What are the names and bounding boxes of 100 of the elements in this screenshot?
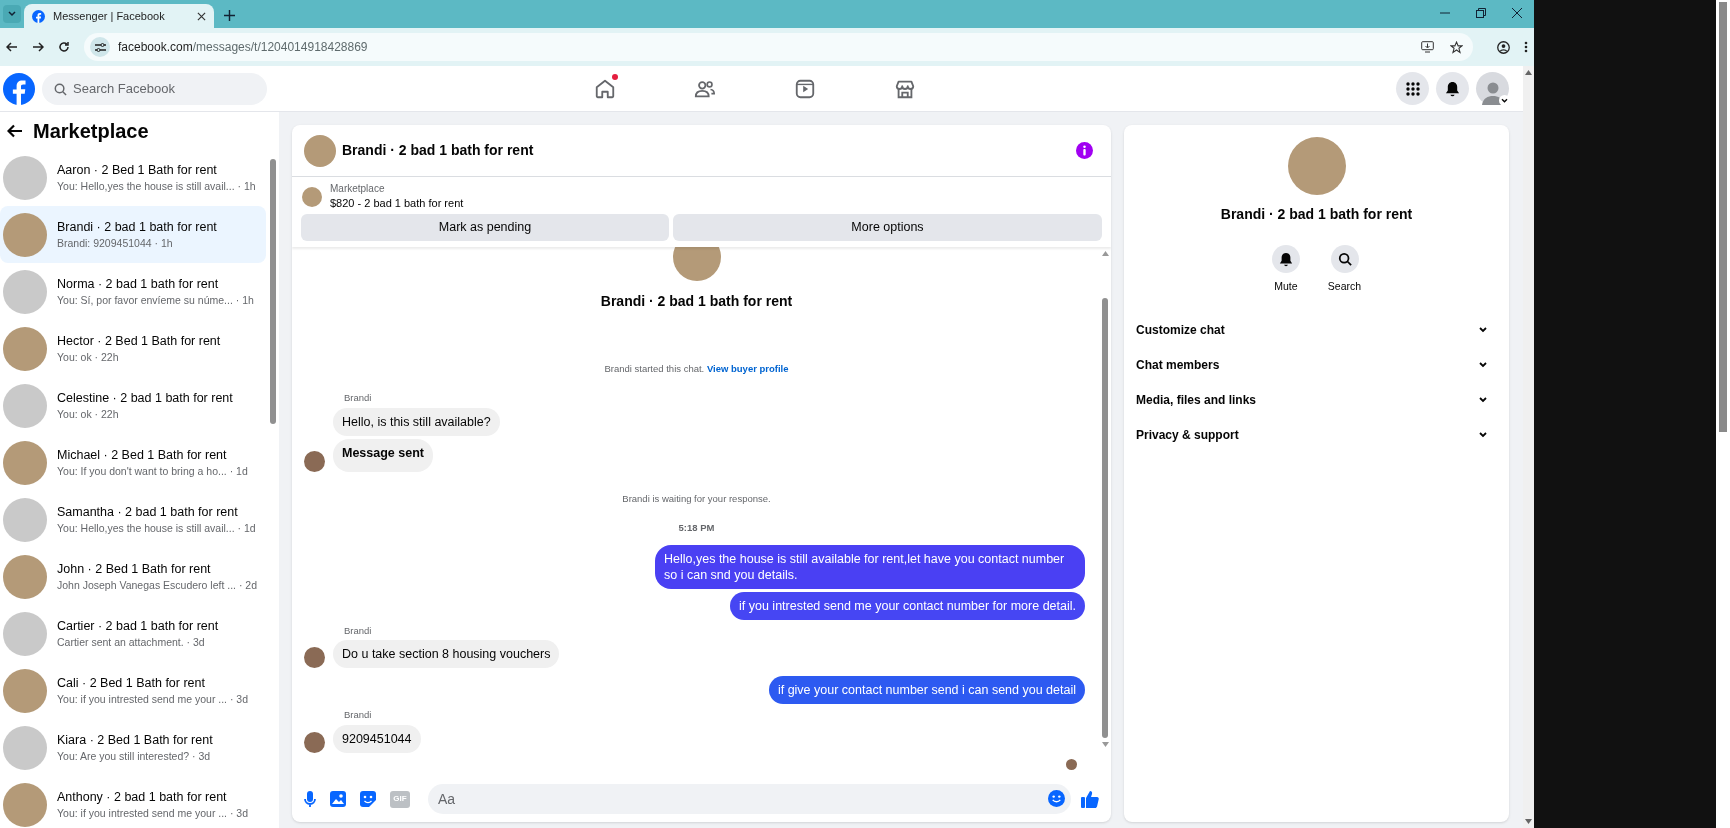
- back-arrow-icon[interactable]: [6, 41, 18, 53]
- section-row[interactable]: Customize chat: [1136, 312, 1497, 348]
- bell-icon: [1445, 80, 1460, 97]
- conversation-item[interactable]: Brandi · 2 bad 1 bath for rent Brandi: 9209451044 · 1h: [0, 206, 266, 263]
- forward-arrow-icon[interactable]: [32, 41, 44, 53]
- restore-icon[interactable]: [1476, 8, 1486, 18]
- profile-photo: [672, 247, 721, 281]
- conversation-title: John · 2 Bed 1 Bath for rent: [57, 560, 212, 578]
- listing-photo: [3, 383, 47, 428]
- video-icon: [794, 78, 816, 100]
- conversation-preview: You: ok · 22h: [57, 349, 120, 365]
- facebook-logo-icon[interactable]: [3, 72, 35, 105]
- emoji-icon[interactable]: [1048, 790, 1065, 807]
- conversation-preview: You: Hello,yes the house is still avail... · 1h: [57, 178, 256, 194]
- caret-icon: [8, 11, 16, 17]
- listing-photo: [3, 497, 47, 542]
- menu-button[interactable]: [1396, 72, 1429, 105]
- conversation-title: Kiara · 2 Bed 1 Bath for rent: [57, 731, 213, 749]
- site-settings-icon[interactable]: [90, 37, 110, 57]
- microphone-icon[interactable]: [304, 790, 316, 808]
- reload-icon[interactable]: [58, 41, 70, 53]
- listing-photo: [3, 440, 47, 485]
- message-bubble: Do u take section 8 housing vouchers: [333, 640, 560, 669]
- section-row[interactable]: Privacy & support: [1136, 417, 1497, 453]
- search-button[interactable]: Search: [1327, 245, 1362, 295]
- listing-photo: [302, 186, 322, 207]
- buyer-profile-link[interactable]: View buyer profile: [706, 363, 789, 374]
- conversation-title: Cartier · 2 bad 1 bath for rent: [57, 617, 219, 635]
- close-icon[interactable]: [1512, 8, 1522, 18]
- mark-pending-button[interactable]: Mark as pending: [301, 214, 669, 241]
- star-icon[interactable]: [1450, 40, 1463, 54]
- new-tab-icon[interactable]: [224, 10, 235, 21]
- browser-tab[interactable]: Messenger | Facebook: [24, 4, 214, 28]
- conversation-preview: You: if you intrested send me your ... · 3d: [57, 691, 249, 707]
- menu-icon[interactable]: [1524, 41, 1528, 53]
- section-row[interactable]: Chat members: [1136, 347, 1497, 383]
- sticker-icon[interactable]: [360, 791, 376, 807]
- message-bubble: if you intrested send me your contact number for more detail.: [730, 592, 1085, 620]
- message-bubble: Hello,yes the house is still available for rent,let have you contact number so i can snd you details.: [655, 545, 1085, 589]
- conversation-title: Hector · 2 Bed 1 Bath for rent: [57, 332, 221, 350]
- notifications-button[interactable]: [1436, 72, 1469, 105]
- scroll-down-arrow-icon[interactable]: [1525, 819, 1532, 824]
- marketplace-icon: [894, 78, 916, 100]
- section-row[interactable]: Media, files and links: [1136, 382, 1497, 418]
- caret-icon: [1499, 95, 1510, 106]
- message-bubble: Message sent: [333, 438, 433, 472]
- listing-title[interactable]: $820 - 2 bad 1 bath for rent: [330, 196, 464, 211]
- conversation-preview: Brandi: 9209451044 · 1h: [57, 235, 174, 251]
- sender-name: Brandi: [344, 708, 373, 723]
- more-options-button[interactable]: More options: [673, 214, 1102, 241]
- conversation-title: Norma · 2 bad 1 bath for rent: [57, 275, 220, 293]
- grid-icon: [1405, 81, 1420, 96]
- conversation-title: Aaron · 2 Bed 1 Bath for rent: [57, 161, 218, 179]
- install-app-icon[interactable]: [1421, 41, 1434, 53]
- conversation-title: Celestine · 2 bad 1 bath for rent: [57, 389, 233, 407]
- scroll-down-arrow-icon[interactable]: [1101, 742, 1109, 747]
- thumbs-up-icon[interactable]: [1081, 790, 1099, 808]
- listing-photo: [3, 611, 47, 656]
- address-bar[interactable]: facebook.com/messages/t/1204014918428869: [84, 33, 1473, 61]
- conversation-preview: You: Hello,yes the house is still avail... · 1d: [57, 520, 256, 536]
- message-bubble: Hello, is this still available?: [333, 407, 500, 436]
- section-title: Media, files and links: [1136, 392, 1257, 410]
- close-icon[interactable]: [197, 11, 206, 21]
- conversation-title: Brandi · 2 bad 1 bath for rent: [1220, 205, 1413, 224]
- info-icon[interactable]: [1076, 142, 1093, 159]
- scrollbar[interactable]: [1716, 0, 1730, 828]
- conversation-title: Brandi · 2 bad 1 bath for rent: [600, 292, 793, 311]
- sidebar-title: Marketplace: [33, 118, 149, 144]
- account-button[interactable]: [1476, 72, 1509, 105]
- message-bubble: if give your contact number send i can send you detail: [768, 676, 1085, 705]
- back-arrow-icon[interactable]: [7, 123, 23, 138]
- facebook-logo-icon: [32, 9, 45, 23]
- scroll-up-arrow-icon[interactable]: [1101, 251, 1109, 256]
- conversation-preview: You: Are you still interested? · 3d: [57, 748, 212, 764]
- conversation-title: Anthony · 2 bad 1 bath for rent: [57, 788, 228, 806]
- chevron-down-icon: [1479, 362, 1487, 369]
- search-field[interactable]: Search Facebook: [42, 72, 267, 105]
- scrollbar[interactable]: [1523, 66, 1534, 828]
- scroll-up-arrow-icon[interactable]: [1525, 70, 1532, 75]
- friends-icon: [694, 78, 716, 100]
- chat-title[interactable]: Brandi · 2 bad 1 bath for rent: [342, 140, 534, 161]
- conversation-preview: You: ok · 22h: [57, 406, 120, 422]
- home-icon: [594, 78, 616, 100]
- profile-icon[interactable]: [1497, 40, 1510, 54]
- conversation-title: Michael · 2 Bed 1 Bath for rent: [57, 446, 228, 464]
- tab-list-button[interactable]: [3, 5, 21, 23]
- listing-photo: [3, 782, 47, 827]
- conversation-preview: Cartier sent an attachment. · 3d: [57, 634, 206, 650]
- listing-label: Marketplace: [330, 182, 386, 196]
- chevron-down-icon: [1479, 397, 1487, 404]
- message-field[interactable]: Aa: [428, 784, 1071, 814]
- search-icon: [54, 82, 67, 96]
- listing-photo: [1287, 137, 1346, 195]
- image-icon[interactable]: [330, 791, 346, 807]
- section-title: Chat members: [1136, 357, 1220, 375]
- listing-photo: [3, 212, 47, 257]
- conversation-preview: You: Sí, por favor envíeme su núme... · 1h: [57, 292, 254, 308]
- listing-photo: [3, 269, 47, 314]
- waiting-notice: Brandi is waiting for your response.: [622, 491, 771, 506]
- message-bubble: 9209451044: [333, 724, 421, 753]
